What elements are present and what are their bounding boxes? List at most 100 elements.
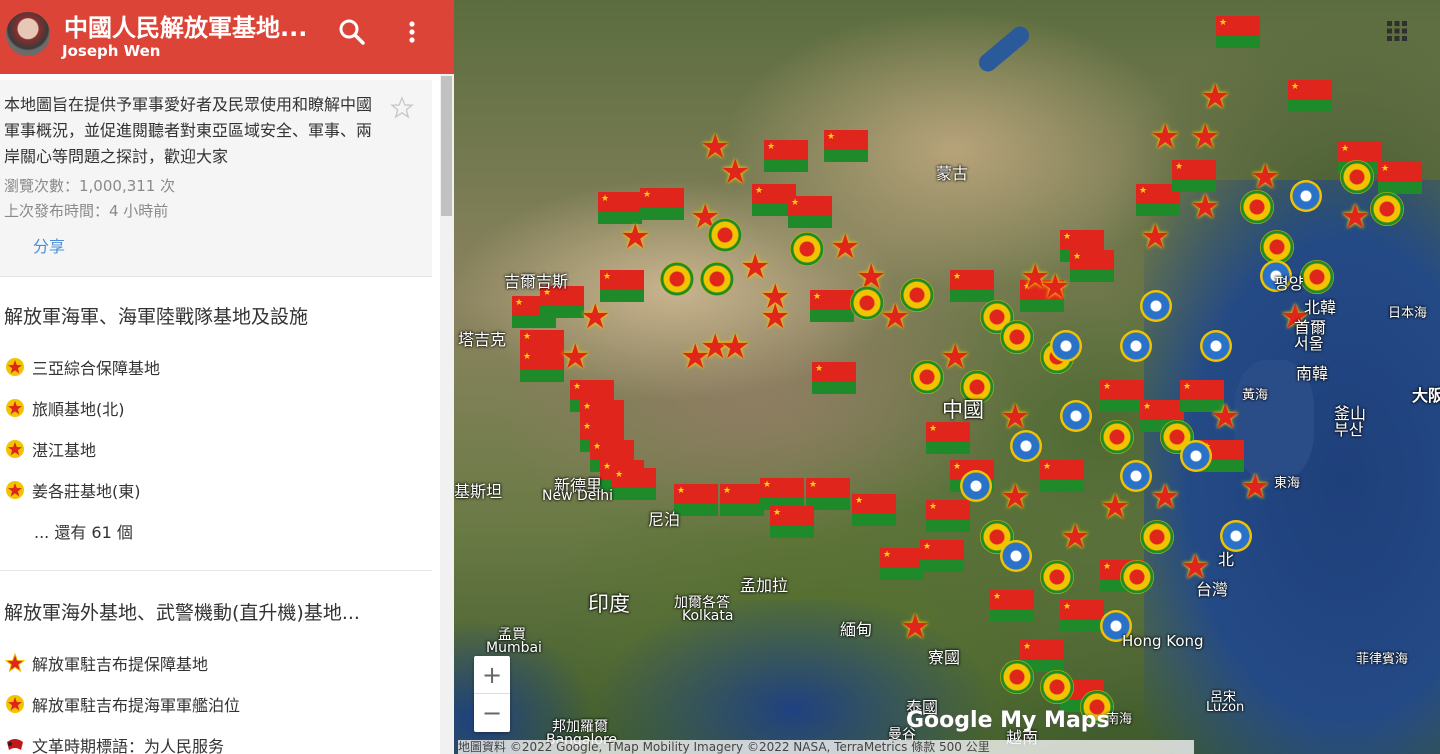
pla-flag-marker[interactable]: ★: [1040, 460, 1084, 492]
red-star-marker[interactable]: ★: [560, 340, 590, 374]
pla-flag-marker[interactable]: ★: [1070, 250, 1114, 282]
red-star-marker[interactable]: ★: [1150, 480, 1180, 514]
army-emblem-marker[interactable]: [660, 262, 694, 296]
red-star-marker[interactable]: ★: [1040, 270, 1070, 304]
army-emblem-marker[interactable]: [1000, 660, 1034, 694]
list-item[interactable]: 解放軍駐吉布提保障基地: [4, 649, 208, 677]
pla-flag-marker[interactable]: ★: [612, 468, 656, 500]
pla-flag-marker[interactable]: ★: [720, 484, 764, 516]
red-star-marker[interactable]: ★: [1060, 520, 1090, 554]
air-force-emblem-marker[interactable]: [1060, 400, 1092, 432]
pla-flag-marker[interactable]: ★: [788, 196, 832, 228]
pla-flag-marker[interactable]: ★: [990, 590, 1034, 622]
army-emblem-marker[interactable]: [708, 218, 742, 252]
air-force-emblem-marker[interactable]: [960, 470, 992, 502]
red-star-marker[interactable]: ★: [1100, 490, 1130, 524]
pla-flag-marker[interactable]: ★: [520, 350, 564, 382]
army-emblem-marker[interactable]: [1260, 230, 1294, 264]
share-link[interactable]: 分享: [33, 233, 65, 257]
air-force-emblem-marker[interactable]: [1140, 290, 1172, 322]
army-emblem-marker[interactable]: [1120, 560, 1154, 594]
army-emblem-marker[interactable]: [1340, 160, 1374, 194]
map-canvas[interactable]: ★ ★ ★ ★ ★ ★ ★ ★ ★ ★ ★ ★ ★ ★ ★ ★ ★ ★ ★ ★ ★ ★ ★ ★ ★ ★ ★ ★ ★ ★ ★ ★ ★ ★ ★ ★ ★ ★ ★ ★…: [454, 0, 1440, 754]
army-emblem-marker[interactable]: [1040, 670, 1074, 704]
army-emblem-marker[interactable]: [910, 360, 944, 394]
air-force-emblem-marker[interactable]: [1180, 440, 1212, 472]
red-star-marker[interactable]: ★: [760, 300, 790, 334]
pla-flag-marker[interactable]: ★: [824, 130, 868, 162]
red-star-marker[interactable]: ★: [1200, 80, 1230, 114]
pla-flag-marker[interactable]: ★: [1288, 80, 1332, 112]
list-item[interactable]: 三亞綜合保障基地: [4, 353, 160, 381]
zoom-in-button[interactable]: +: [474, 656, 510, 694]
red-star-marker[interactable]: ★: [1150, 120, 1180, 154]
panel-scroll-thumb[interactable]: [441, 76, 452, 216]
pla-flag-marker[interactable]: ★: [1216, 16, 1260, 48]
search-button[interactable]: [336, 16, 368, 48]
list-item[interactable]: 姜各莊基地(東): [4, 476, 141, 504]
pla-flag-marker[interactable]: ★: [950, 270, 994, 302]
pla-flag-marker[interactable]: ★: [1100, 380, 1144, 412]
red-star-marker[interactable]: ★: [940, 340, 970, 374]
army-emblem-marker[interactable]: [1300, 260, 1334, 294]
pla-flag-marker[interactable]: ★: [1378, 162, 1422, 194]
air-force-emblem-marker[interactable]: [1010, 430, 1042, 462]
red-star-marker[interactable]: ★: [1000, 400, 1030, 434]
pla-flag-marker[interactable]: ★: [880, 548, 924, 580]
red-star-marker[interactable]: ★: [830, 230, 860, 264]
list-item[interactable]: 文革時期標語：为人民服务: [4, 731, 224, 754]
army-emblem-marker[interactable]: [1040, 560, 1074, 594]
air-force-emblem-marker[interactable]: [1000, 540, 1032, 572]
more-options-button[interactable]: [400, 16, 424, 48]
pla-flag-marker[interactable]: ★: [770, 506, 814, 538]
air-force-emblem-marker[interactable]: [1120, 460, 1152, 492]
star-button[interactable]: [390, 96, 414, 120]
list-item[interactable]: 旅順基地(北): [4, 394, 125, 422]
red-star-marker[interactable]: ★: [1000, 480, 1030, 514]
red-star-marker[interactable]: ★: [1340, 200, 1370, 234]
red-star-marker[interactable]: ★: [720, 330, 750, 364]
pla-flag-marker[interactable]: ★: [926, 422, 970, 454]
red-star-marker[interactable]: ★: [620, 220, 650, 254]
zoom-out-button[interactable]: −: [474, 694, 510, 732]
pla-flag-marker[interactable]: ★: [764, 140, 808, 172]
pla-flag-marker[interactable]: ★: [810, 290, 854, 322]
red-star-marker[interactable]: ★: [1190, 120, 1220, 154]
army-emblem-marker[interactable]: [1000, 320, 1034, 354]
army-emblem-marker[interactable]: [1370, 192, 1404, 226]
army-emblem-marker[interactable]: [850, 286, 884, 320]
more-items-link[interactable]: ... 還有 61 個: [34, 519, 133, 543]
pla-flag-marker[interactable]: ★: [1060, 600, 1104, 632]
red-star-marker[interactable]: ★: [1190, 190, 1220, 224]
author-name[interactable]: Joseph Wen: [62, 42, 161, 60]
air-force-emblem-marker[interactable]: [1120, 330, 1152, 362]
pla-flag-marker[interactable]: ★: [812, 362, 856, 394]
avatar[interactable]: [6, 12, 50, 56]
pla-flag-marker[interactable]: ★: [920, 540, 964, 572]
army-emblem-marker[interactable]: [790, 232, 824, 266]
red-star-marker[interactable]: ★: [580, 300, 610, 334]
army-emblem-marker[interactable]: [1100, 420, 1134, 454]
pla-flag-marker[interactable]: ★: [852, 494, 896, 526]
red-star-marker[interactable]: ★: [1240, 470, 1270, 504]
army-emblem-marker[interactable]: [1240, 190, 1274, 224]
air-force-emblem-marker[interactable]: [1200, 330, 1232, 362]
army-emblem-marker[interactable]: [700, 262, 734, 296]
red-star-marker[interactable]: ★: [680, 340, 710, 374]
pla-flag-marker[interactable]: ★: [674, 484, 718, 516]
army-emblem-marker[interactable]: [900, 278, 934, 312]
red-star-marker[interactable]: ★: [1140, 220, 1170, 254]
red-star-marker[interactable]: ★: [1210, 400, 1240, 434]
red-star-marker[interactable]: ★: [1250, 160, 1280, 194]
pla-flag-marker[interactable]: ★: [640, 188, 684, 220]
layer-title-navy[interactable]: 解放軍海軍、海軍陸戰隊基地及設施: [4, 302, 308, 329]
list-item[interactable]: 解放軍駐吉布提海軍軍艦泊位: [4, 690, 240, 718]
red-star-marker[interactable]: ★: [720, 155, 750, 189]
air-force-emblem-marker[interactable]: [1050, 330, 1082, 362]
map-apps-button[interactable]: [1386, 20, 1408, 42]
red-star-marker[interactable]: ★: [900, 610, 930, 644]
pla-flag-marker[interactable]: ★: [926, 500, 970, 532]
map-attribution[interactable]: 地圖資料 ©2022 Google, TMap Mobility Imagery…: [458, 740, 1194, 754]
army-emblem-marker[interactable]: [1140, 520, 1174, 554]
air-force-emblem-marker[interactable]: [1290, 180, 1322, 212]
